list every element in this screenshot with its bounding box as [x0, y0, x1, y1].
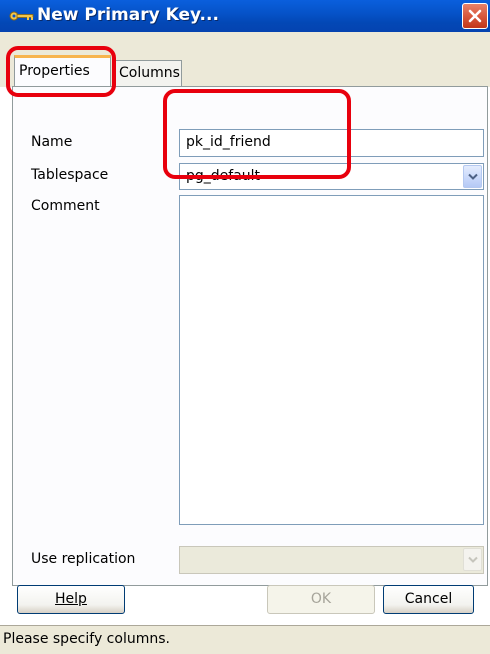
ok-button[interactable]: OK [267, 585, 375, 614]
replication-label: Use replication [31, 551, 136, 567]
help-button[interactable]: Help [17, 585, 125, 614]
tab-properties[interactable]: Properties [14, 55, 111, 86]
status-bar: Please specify columns. [0, 625, 490, 654]
tab-strip: Properties Columns [0, 32, 490, 87]
close-button[interactable] [462, 3, 488, 29]
tablespace-dropdown-button[interactable] [463, 165, 482, 188]
cancel-button[interactable]: Cancel [383, 585, 474, 614]
close-icon [468, 9, 482, 23]
status-text: Please specify columns. [3, 631, 170, 647]
dialog-window: New Primary Key... Properties Columns Na… [0, 0, 490, 654]
tablespace-select[interactable]: pg_default [179, 163, 484, 190]
dialog-body: Properties Columns Name pk_id_friend Tab… [0, 32, 490, 654]
name-field[interactable]: pk_id_friend [179, 129, 484, 157]
tab-columns[interactable]: Columns [114, 60, 182, 86]
chevron-down-icon [468, 173, 478, 180]
key-icon [9, 11, 34, 21]
replication-select[interactable] [179, 546, 484, 574]
properties-panel: Name pk_id_friend Tablespace pg_default … [12, 86, 488, 586]
comment-label: Comment [31, 198, 100, 214]
window-title: New Primary Key... [37, 5, 219, 25]
name-label: Name [31, 134, 73, 150]
tablespace-value: pg_default [186, 168, 261, 184]
chevron-down-icon [468, 556, 478, 563]
comment-field[interactable] [179, 195, 484, 525]
tablespace-label: Tablespace [31, 167, 109, 183]
title-bar[interactable]: New Primary Key... [0, 0, 490, 32]
replication-dropdown-button[interactable] [463, 548, 482, 571]
